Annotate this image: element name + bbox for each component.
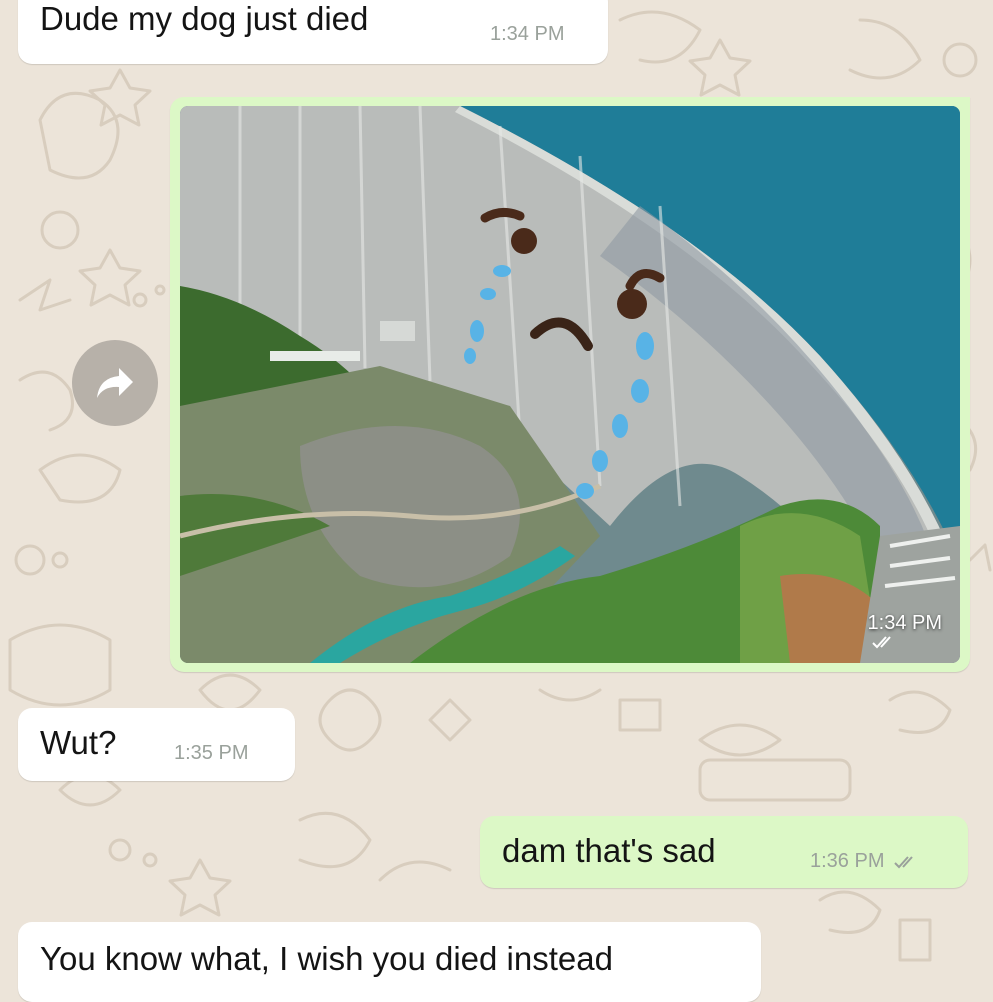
forward-button[interactable] — [72, 340, 158, 426]
message-text: Dude my dog just died — [40, 0, 369, 37]
dam-photo[interactable]: 1:34 PM — [180, 106, 960, 663]
message-timestamp: 1:34 PM — [868, 612, 942, 649]
message-text: Wut? — [40, 724, 117, 761]
message-bubble-incoming[interactable]: Wut? 1:35 PM — [18, 708, 295, 781]
double-check-icon — [871, 636, 891, 649]
message-text: You know what, I wish you died instead — [40, 940, 613, 977]
double-check-icon — [894, 856, 913, 869]
message-timestamp: 1:34 PM — [490, 23, 565, 45]
forward-arrow-icon — [97, 368, 133, 398]
message-timestamp: 1:35 PM — [174, 742, 249, 764]
message-bubble-incoming[interactable]: You know what, I wish you died instead — [18, 922, 761, 1002]
message-bubble-incoming[interactable]: Dude my dog just died 1:34 PM — [18, 0, 608, 64]
message-bubble-outgoing[interactable]: dam that's sad 1:36 PM — [480, 816, 968, 888]
message-bubble-outgoing-image[interactable]: 1:34 PM — [170, 97, 970, 672]
message-timestamp: 1:36 PM — [810, 851, 920, 871]
message-text: dam that's sad — [502, 832, 716, 869]
